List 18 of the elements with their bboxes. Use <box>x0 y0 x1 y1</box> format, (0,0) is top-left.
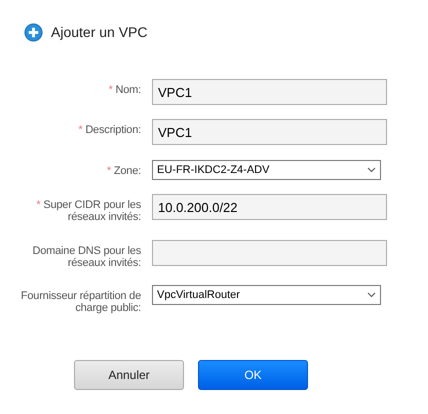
field-label: Domaine DNS pour les réseaux invités: <box>32 244 141 269</box>
cancel-button[interactable]: Annuler <box>74 360 184 390</box>
text-field[interactable]: VPC1 <box>152 79 387 105</box>
field-label: * Description: <box>77 123 141 136</box>
chevron-down-icon <box>367 292 376 298</box>
field-label: * Zone: <box>106 164 141 177</box>
dropdown[interactable]: VpcVirtualRouter <box>152 285 381 305</box>
text-field[interactable]: 10.0.200.0/22 <box>152 194 387 220</box>
text-field[interactable] <box>152 240 387 266</box>
add-icon <box>24 23 43 42</box>
dropdown[interactable]: EU-FR-IKDC2-Z4-ADV <box>152 160 381 180</box>
field-label: * Nom: <box>108 83 141 96</box>
text-field[interactable]: VPC1 <box>152 119 387 145</box>
ok-button[interactable]: OK <box>198 360 308 390</box>
dialog-title: Ajouter un VPC <box>51 23 148 42</box>
field-label: * Super CIDR pour les réseaux invités: <box>35 198 141 223</box>
field-label: Fournisseur répartition de charge public: <box>20 289 141 314</box>
chevron-down-icon <box>367 167 376 173</box>
